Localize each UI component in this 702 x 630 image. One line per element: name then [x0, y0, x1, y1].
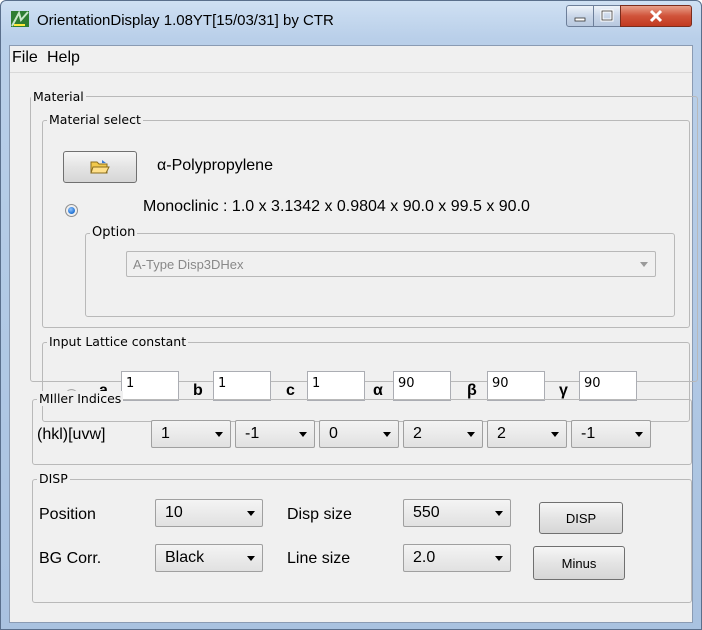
- lattice-field-alpha[interactable]: 90: [393, 371, 451, 401]
- menu-help[interactable]: Help: [47, 49, 80, 67]
- menu-bar: File Help: [10, 46, 692, 73]
- option-select[interactable]: A-Type Disp3DHex: [126, 251, 656, 277]
- option-legend: Option: [90, 225, 138, 240]
- lattice-label-gamma: γ: [559, 382, 568, 399]
- miller-group: MIller Indices (hkl)[uvw] 1 -1 0 2 2 -1: [32, 391, 692, 465]
- chevron-down-icon: [467, 432, 475, 437]
- option-group: Option A-Type Disp3DHex: [85, 225, 675, 317]
- bg-corr-label: BG Corr.: [39, 550, 102, 567]
- material-radio[interactable]: [65, 204, 78, 217]
- bg-corr-select-value: Black: [165, 549, 205, 566]
- chevron-down-icon: [495, 556, 503, 561]
- close-button[interactable]: [620, 5, 692, 27]
- maximize-button[interactable]: [593, 5, 621, 27]
- chevron-down-icon: [247, 556, 255, 561]
- lattice-field-b[interactable]: 1: [213, 371, 271, 401]
- miller-select-l-value: 0: [329, 425, 338, 442]
- lattice-field-gamma[interactable]: 90: [579, 371, 637, 401]
- app-icon: [11, 11, 29, 27]
- miller-select-k-value: -1: [245, 425, 260, 442]
- material-legend: Material: [31, 89, 86, 104]
- position-select[interactable]: 10: [155, 499, 263, 527]
- miller-select-u-value: 2: [413, 425, 422, 442]
- open-folder-icon: [90, 160, 110, 174]
- miller-select-v[interactable]: 2: [487, 420, 567, 448]
- disp-size-select-value: 550: [413, 504, 440, 521]
- miller-select-k[interactable]: -1: [235, 420, 315, 448]
- line-size-select-value: 2.0: [413, 549, 436, 566]
- lattice-info: Monoclinic : 1.0 x 3.1342 x 0.9804 x 90.…: [143, 198, 530, 215]
- line-size-select[interactable]: 2.0: [403, 544, 511, 572]
- chevron-down-icon: [247, 511, 255, 516]
- disp-size-label: Disp size: [287, 506, 352, 523]
- minimize-icon: [574, 17, 586, 22]
- chevron-down-icon: [551, 432, 559, 437]
- lattice-field-c[interactable]: 1: [307, 371, 365, 401]
- chevron-down-icon: [495, 511, 503, 516]
- miller-legend: MIller Indices: [37, 391, 124, 406]
- maximize-icon: [600, 9, 614, 22]
- lattice-field-a[interactable]: 1: [121, 371, 179, 401]
- bg-corr-select[interactable]: Black: [155, 544, 263, 572]
- material-name: α-Polypropylene: [157, 157, 273, 174]
- lattice-field-beta[interactable]: 90: [487, 371, 545, 401]
- lattice-legend: Input Lattice constant: [47, 334, 189, 349]
- material-select-group: Material select α-Polypropylene Monoclin…: [42, 112, 690, 328]
- menu-file[interactable]: File: [12, 49, 38, 67]
- disp-group: DISP Position 10 Disp size 550 DISP BG C…: [32, 471, 692, 603]
- chevron-down-icon: [215, 432, 223, 437]
- disp-legend: DISP: [37, 471, 70, 486]
- miller-select-h[interactable]: 1: [151, 420, 231, 448]
- chevron-down-icon: [299, 432, 307, 437]
- option-select-value: A-Type Disp3DHex: [133, 257, 244, 272]
- lattice-label-b: b: [193, 382, 203, 399]
- client-area: File Help Material Material select α-Pol…: [9, 45, 698, 623]
- chevron-down-icon: [383, 432, 391, 437]
- disp-button[interactable]: DISP: [539, 502, 623, 534]
- miller-select-w[interactable]: -1: [571, 420, 651, 448]
- miller-select-v-value: 2: [497, 425, 506, 442]
- position-label: Position: [39, 506, 96, 523]
- chevron-down-icon: [635, 432, 643, 437]
- title-bar[interactable]: OrientationDisplay 1.08YT[15/03/31] by C…: [1, 1, 701, 45]
- disp-size-select[interactable]: 550: [403, 499, 511, 527]
- chevron-down-icon: [640, 262, 648, 267]
- miller-label: (hkl)[uvw]: [37, 426, 106, 443]
- position-select-value: 10: [165, 504, 183, 521]
- minus-button[interactable]: Minus: [533, 546, 625, 580]
- lattice-label-beta: β: [467, 382, 477, 399]
- window-title: OrientationDisplay 1.08YT[15/03/31] by C…: [37, 12, 334, 29]
- miller-select-w-value: -1: [581, 425, 596, 442]
- close-icon: [649, 9, 663, 23]
- lattice-label-alpha: α: [373, 382, 383, 399]
- miller-select-u[interactable]: 2: [403, 420, 483, 448]
- minimize-button[interactable]: [566, 5, 594, 27]
- open-file-button[interactable]: [63, 151, 137, 183]
- miller-select-l[interactable]: 0: [319, 420, 399, 448]
- lattice-label-c: c: [286, 382, 295, 399]
- material-select-legend: Material select: [47, 112, 143, 127]
- miller-select-h-value: 1: [161, 425, 170, 442]
- line-size-label: Line size: [287, 550, 351, 567]
- app-window: OrientationDisplay 1.08YT[15/03/31] by C…: [0, 0, 702, 630]
